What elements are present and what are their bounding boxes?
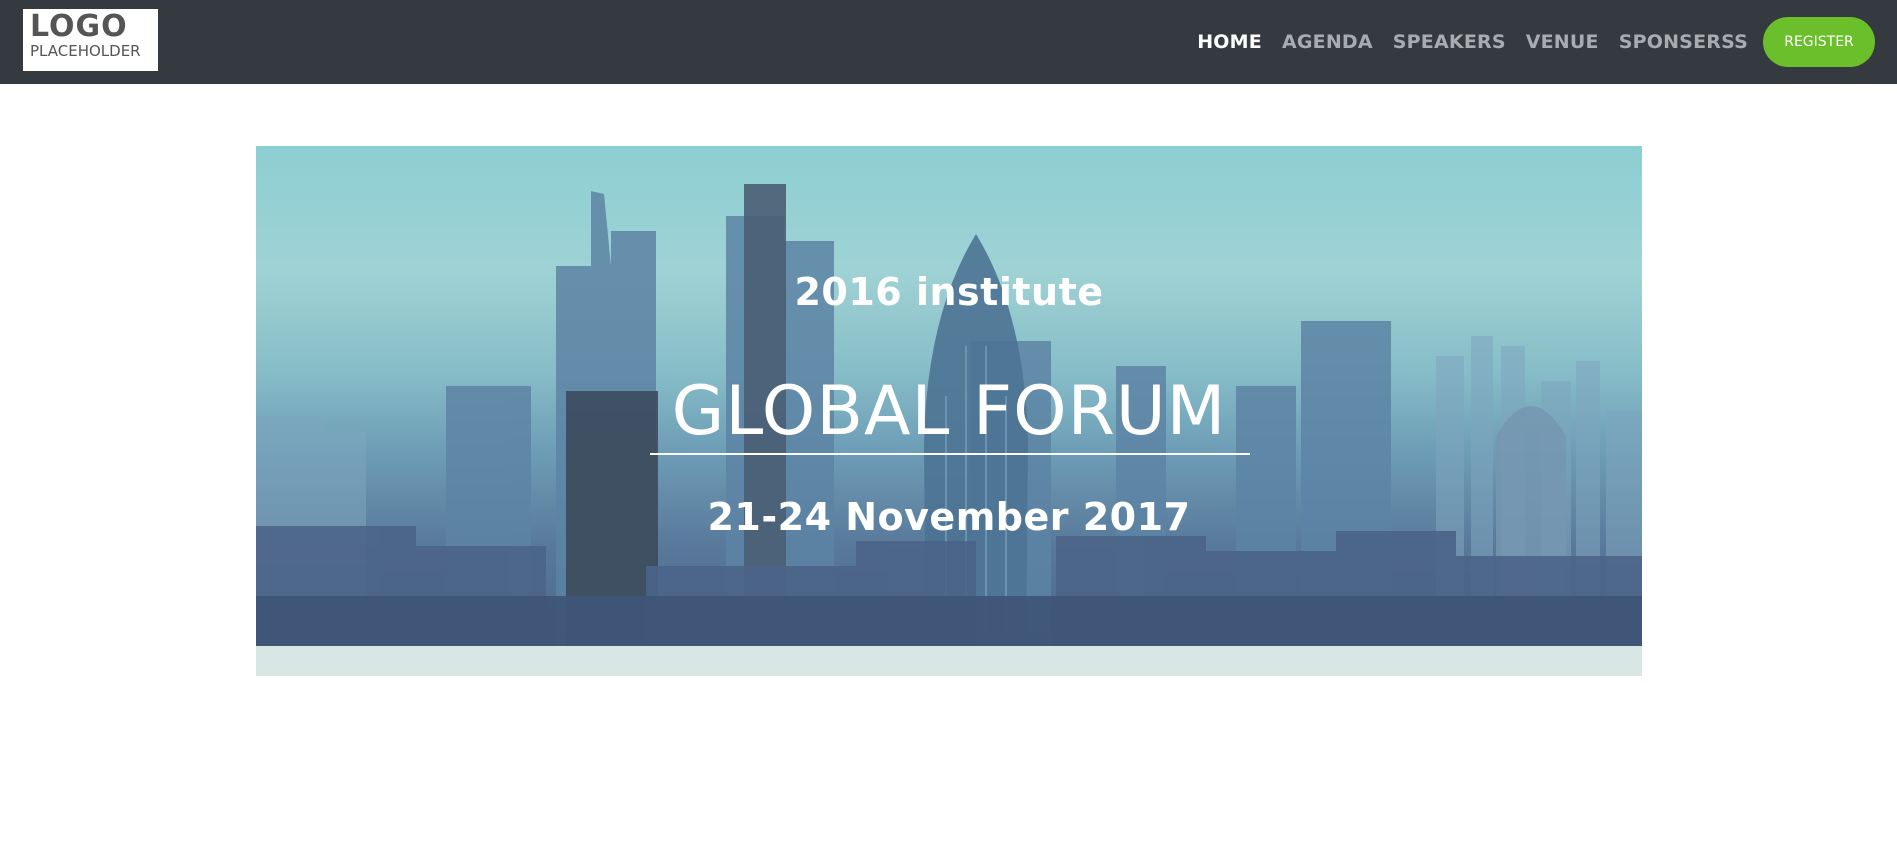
hero-title: GLOBAL FORUM (671, 372, 1227, 451)
logo[interactable]: LOGO PLACEHOLDER (23, 9, 158, 71)
top-navbar: LOGO PLACEHOLDER HOME AGENDA SPEAKERS VE… (0, 0, 1897, 84)
nav-home-link[interactable]: HOME (1197, 32, 1262, 52)
hero-banner: 2016 institute GLOBAL FORUM 21-24 Novemb… (256, 146, 1642, 646)
hero-text-block: 2016 institute GLOBAL FORUM 21-24 Novemb… (256, 146, 1642, 646)
nav-agenda-link[interactable]: AGENDA (1282, 32, 1373, 52)
event-dates: 21-24 November 2017 (707, 495, 1191, 539)
hero-section: 2016 institute GLOBAL FORUM 21-24 Novemb… (256, 146, 1642, 676)
nav-venue-link[interactable]: VENUE (1526, 32, 1599, 52)
logo-text-line2: PLACEHOLDER (30, 42, 141, 60)
logo-text-line1: LOGO (30, 9, 128, 44)
register-button[interactable]: REGISTER (1763, 17, 1875, 67)
nav-sponsors-link[interactable]: SPONSERSS (1619, 32, 1748, 52)
hero-subtitle: 2016 institute (794, 270, 1104, 314)
title-divider (650, 453, 1250, 455)
main-nav: HOME AGENDA SPEAKERS VENUE SPONSERSS REG… (1197, 0, 1897, 84)
nav-speakers-link[interactable]: SPEAKERS (1393, 32, 1506, 52)
